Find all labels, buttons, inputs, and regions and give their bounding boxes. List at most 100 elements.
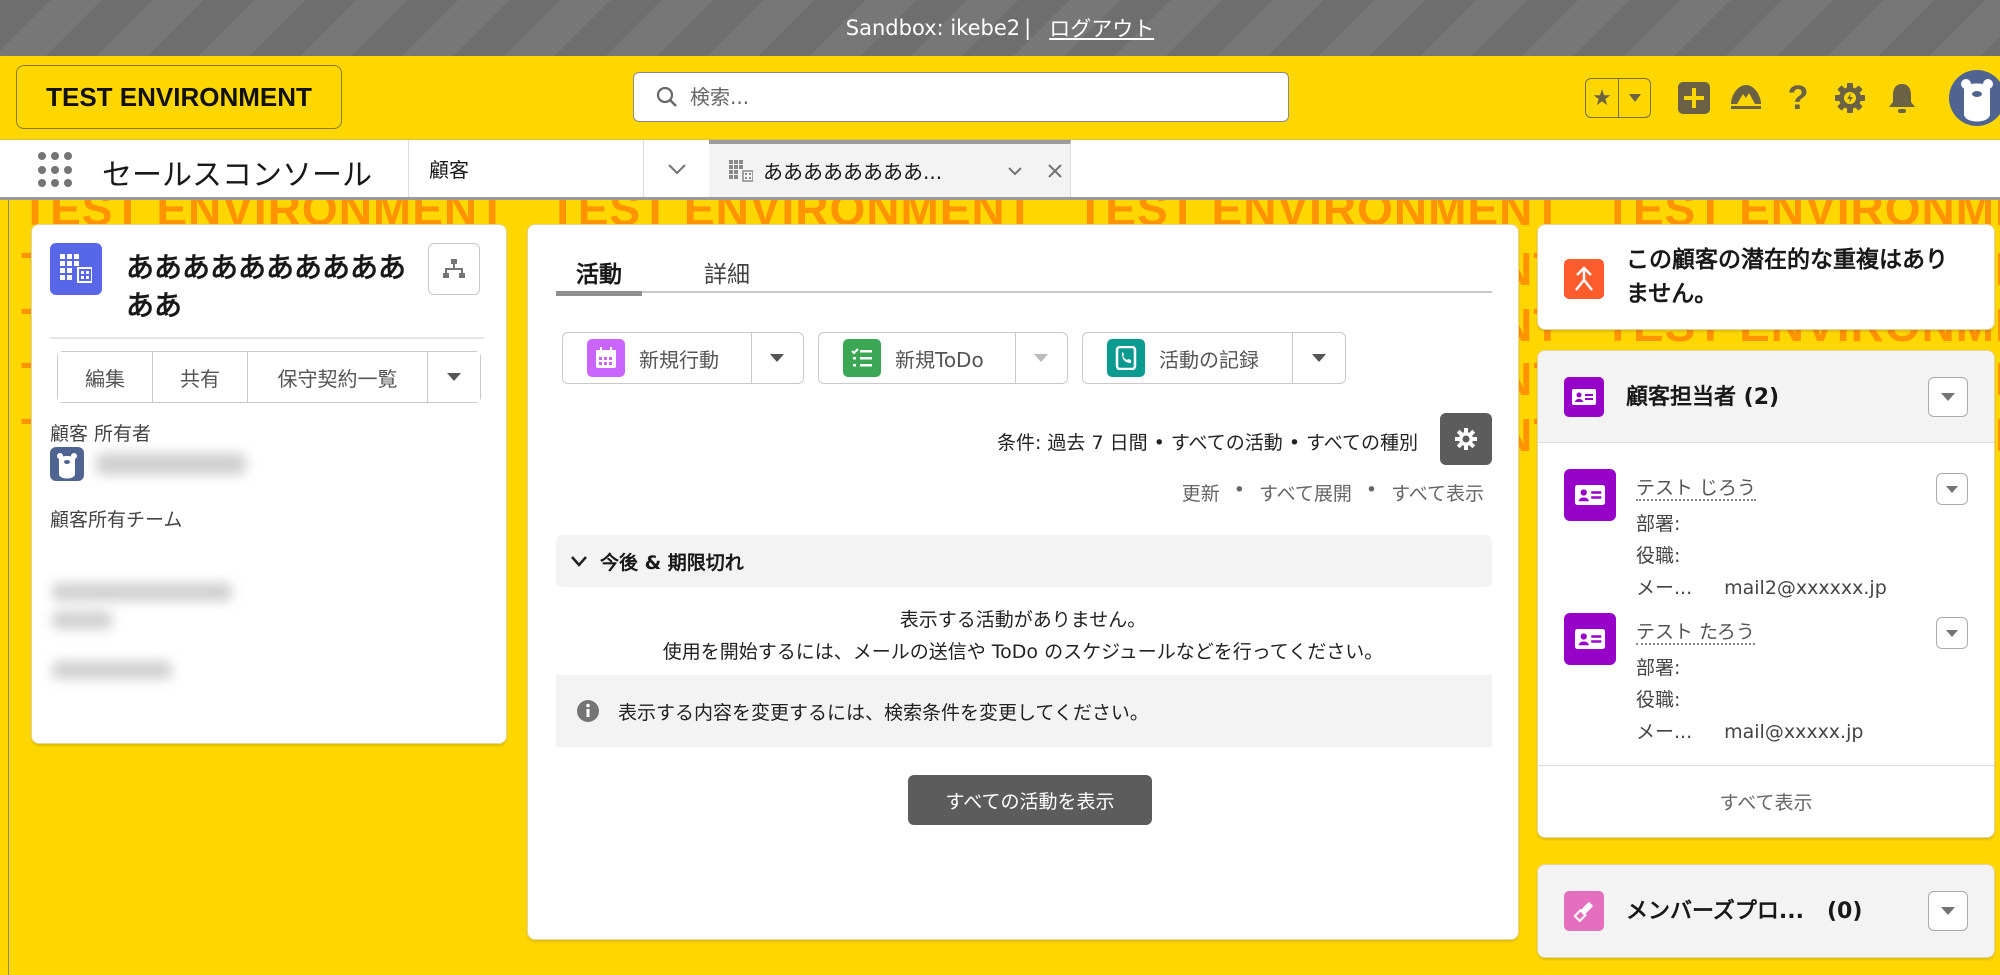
chevron-down-icon xyxy=(1941,393,1955,401)
info-text: 表示する内容を変更するには、検索条件を変更してください。 xyxy=(618,701,1149,724)
record-tab-label: ああああああああ... xyxy=(763,160,943,184)
tab-options-button[interactable] xyxy=(1000,156,1030,186)
maintenance-contracts-button[interactable]: 保守契約一覧 xyxy=(248,352,428,402)
contact-row-menu-button[interactable] xyxy=(1936,473,1968,505)
log-call-menu-button[interactable] xyxy=(1293,333,1345,383)
sandbox-label: Sandbox: ikebe2 xyxy=(845,16,1021,40)
workspace-tab-record[interactable]: ああああああああ... xyxy=(709,140,1071,197)
chevron-down-icon xyxy=(1945,629,1959,637)
app-name: セールスコンソール xyxy=(102,158,372,193)
edit-button[interactable]: 編集 xyxy=(58,352,153,402)
owner-name-redacted[interactable] xyxy=(96,453,246,475)
notification-bell-icon[interactable] xyxy=(1885,81,1919,115)
contacts-view-all-link[interactable]: すべて表示 xyxy=(1538,765,1994,837)
bear-avatar-icon xyxy=(1961,79,1993,122)
contact-email-value[interactable]: mail@xxxxx.jp xyxy=(1724,721,1863,743)
new-task-button[interactable]: 新規ToDo xyxy=(819,333,1016,383)
chevron-down-icon xyxy=(1941,907,1955,915)
contact-icon xyxy=(1564,469,1616,521)
contact-icon xyxy=(1564,613,1616,665)
chevron-down-icon xyxy=(1008,166,1022,175)
more-actions-button[interactable] xyxy=(428,352,480,402)
search-icon xyxy=(656,86,677,107)
members-menu-button[interactable] xyxy=(1928,891,1968,931)
chevron-down-icon xyxy=(1034,354,1049,362)
info-icon xyxy=(577,700,599,722)
header-utility-icons: ★ ? xyxy=(1585,66,2000,130)
contacts-card-header: 顧客担当者 (2) xyxy=(1538,351,1994,443)
new-event-menu-button[interactable] xyxy=(752,333,803,383)
nav-menu-button[interactable] xyxy=(643,140,709,197)
duplicates-message: この顧客の潜在的な重複はありません。 xyxy=(1626,247,1948,307)
chevron-down-icon xyxy=(1628,94,1641,102)
members-program-card: メンバーズプロ... (0) xyxy=(1537,864,1995,958)
contact-department: 部署: xyxy=(1636,513,1681,535)
empty-state-title: 表示する活動がありません。 xyxy=(899,609,1147,631)
sandbox-separator: | xyxy=(1024,16,1032,40)
star-icon[interactable]: ★ xyxy=(1586,79,1619,117)
search-input[interactable] xyxy=(690,85,1250,109)
new-event-button-group: 新規行動 xyxy=(562,332,804,384)
owner-team-label: 顧客所有チーム xyxy=(50,509,183,531)
new-event-button[interactable]: 新規行動 xyxy=(563,333,752,383)
app-launcher-icon[interactable] xyxy=(38,152,74,188)
record-tabs: 活動 詳細 xyxy=(556,255,1492,296)
filter-settings-button[interactable] xyxy=(1440,413,1492,465)
upcoming-overdue-section[interactable]: 今後 & 期限切れ xyxy=(556,535,1492,587)
contact-name-link[interactable]: テスト たろう xyxy=(1636,621,1755,645)
favorites-menu-button[interactable] xyxy=(1619,79,1650,117)
trailhead-icon[interactable] xyxy=(1729,81,1763,115)
contact-title: 役職: xyxy=(1636,545,1681,567)
user-avatar[interactable] xyxy=(1949,70,2000,126)
view-all-link[interactable]: すべて表示 xyxy=(1391,479,1484,506)
help-icon[interactable]: ? xyxy=(1781,79,1815,117)
contact-row-menu-button[interactable] xyxy=(1936,617,1968,649)
contact-department: 部署: xyxy=(1636,657,1681,679)
related-contacts-card: 顧客担当者 (2) テスト じろう 部署: 役職: メー... mail2@xxx… xyxy=(1537,350,1995,838)
contact-email-value[interactable]: mail2@xxxxxx.jp xyxy=(1724,577,1887,599)
contact-email: メー... mail2@xxxxxx.jp xyxy=(1636,577,1887,599)
record-action-buttons: 編集 共有 保守契約一覧 xyxy=(57,351,481,403)
chevron-down-icon xyxy=(770,354,785,362)
record-workspace: TEST ENVIRONMENT TEST ENVIRONMENT TEST E… xyxy=(8,200,2000,975)
chevron-down-icon xyxy=(667,163,686,174)
members-count: (0) xyxy=(1826,899,1863,924)
new-task-label: 新規ToDo xyxy=(895,347,984,372)
record-title: ああああああああああああ xyxy=(126,251,407,322)
sandbox-banner: Sandbox: ikebe2 | ログアウト xyxy=(0,0,2000,56)
close-tab-button[interactable] xyxy=(1040,156,1070,186)
contacts-title[interactable]: 顧客担当者 (2) xyxy=(1626,379,1779,411)
logout-link[interactable]: ログアウト xyxy=(1049,13,1154,43)
add-icon[interactable] xyxy=(1677,81,1711,115)
expand-all-link[interactable]: すべて展開 xyxy=(1259,479,1352,506)
redacted-field xyxy=(52,661,172,679)
favorites-button-group: ★ xyxy=(1585,78,1651,118)
nav-item-accounts[interactable]: 顧客 xyxy=(408,140,643,197)
hierarchy-icon xyxy=(443,259,465,278)
contact-name-link[interactable]: テスト じろう xyxy=(1636,477,1757,501)
log-call-button[interactable]: 活動の記録 xyxy=(1083,333,1294,383)
members-title[interactable]: メンバーズプロ... (0) xyxy=(1626,893,1862,925)
record-highlights-card: ああああああああああああ 編集 共有 保守契約一覧 顧客 所有者 顧客所有チーム xyxy=(31,224,507,744)
owner-avatar[interactable] xyxy=(50,447,84,481)
task-icon xyxy=(843,339,881,377)
log-call-button-group: 活動の記録 xyxy=(1082,332,1346,384)
contact-icon xyxy=(1564,377,1604,417)
view-hierarchy-button[interactable] xyxy=(428,243,480,295)
tab-details[interactable]: 詳細 xyxy=(684,255,770,293)
owner-label: 顧客 所有者 xyxy=(50,423,152,445)
refresh-link[interactable]: 更新 xyxy=(1182,479,1220,506)
setup-gear-icon[interactable] xyxy=(1833,81,1867,115)
chevron-down-icon xyxy=(571,556,587,567)
section-title: 今後 & 期限切れ xyxy=(600,551,744,574)
contacts-menu-button[interactable] xyxy=(1928,377,1968,417)
share-button[interactable]: 共有 xyxy=(153,352,248,402)
global-search[interactable] xyxy=(633,72,1289,122)
duplicates-card: この顧客の潜在的な重複はありません。 xyxy=(1537,224,1995,330)
tab-activity[interactable]: 活動 xyxy=(556,255,642,296)
new-task-button-group: 新規ToDo xyxy=(818,332,1068,384)
redacted-field xyxy=(52,611,112,629)
new-event-label: 新規行動 xyxy=(639,347,719,372)
contact-list-item: テスト じろう 部署: 役職: メー... mail2@xxxxxx.jp xyxy=(1538,469,1994,609)
show-all-activities-button[interactable]: すべての活動を表示 xyxy=(908,775,1152,825)
